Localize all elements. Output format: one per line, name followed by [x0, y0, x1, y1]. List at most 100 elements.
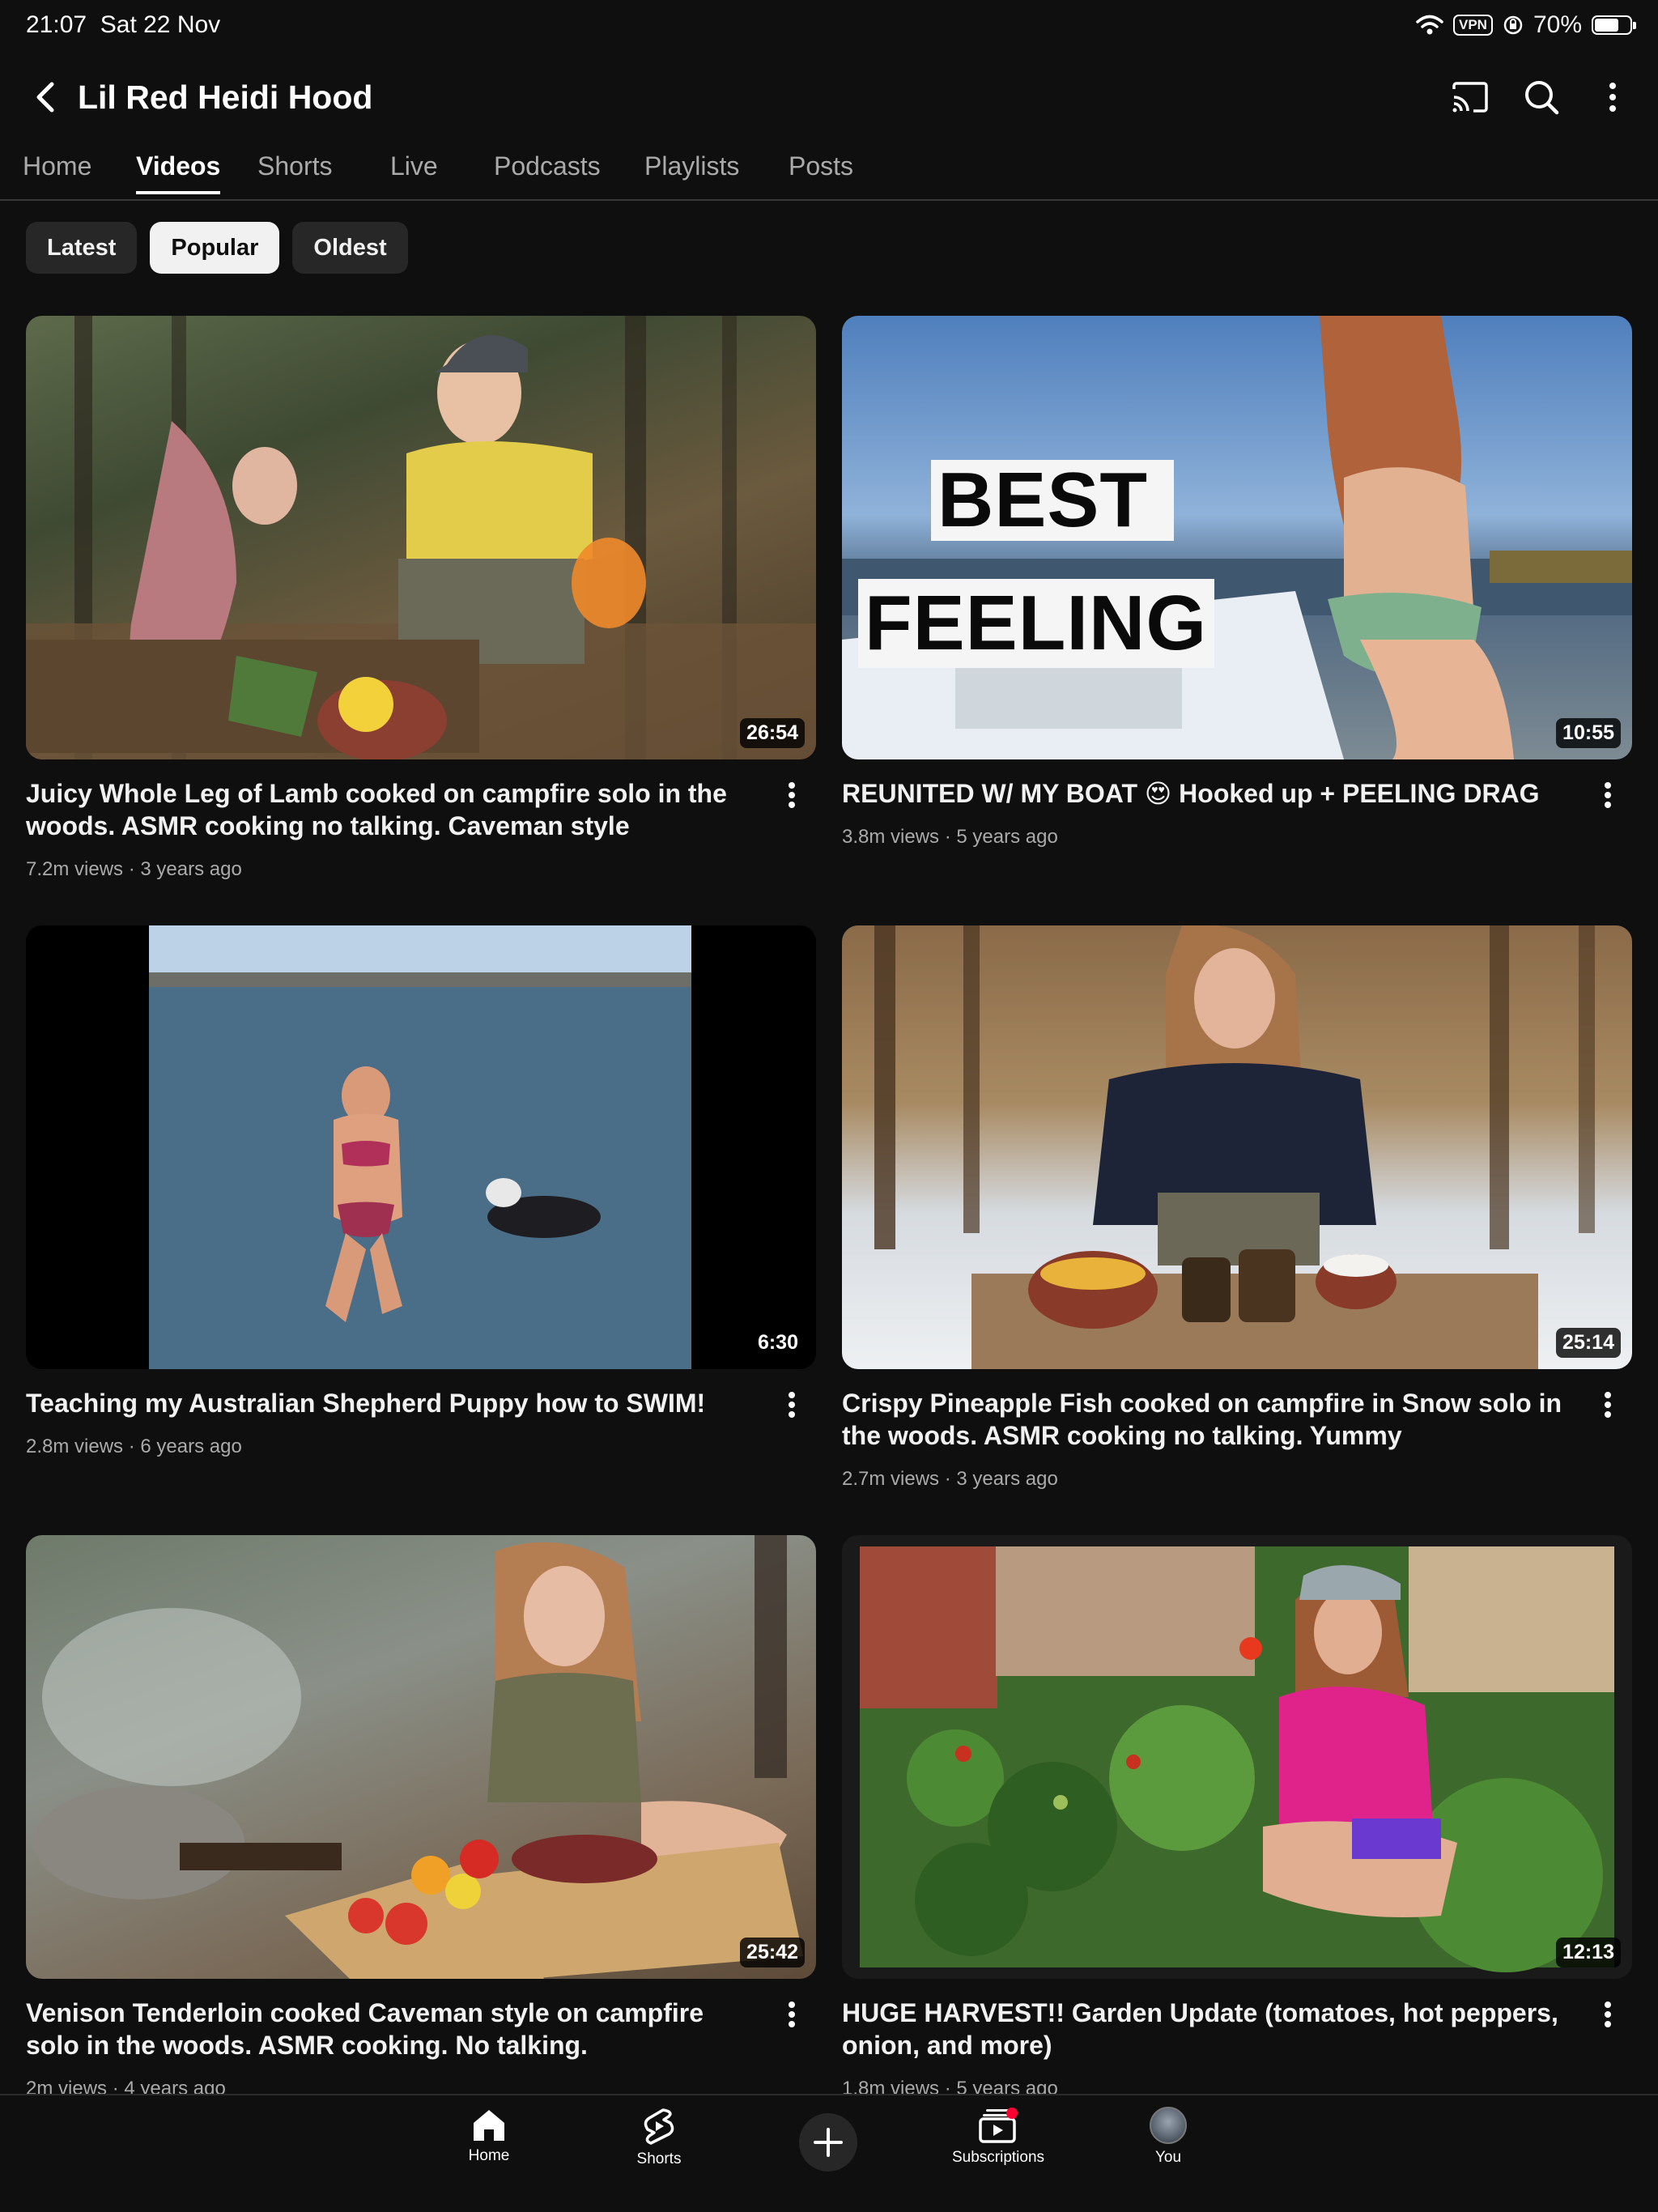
video-title[interactable]: REUNITED W/ MY BOAT 😍 Hooked up + PEELIN… — [842, 777, 1571, 810]
video-views: 7.2m views — [26, 858, 124, 880]
create-button[interactable] — [799, 2113, 857, 2172]
back-button[interactable] — [18, 68, 76, 126]
thumbnail-image — [34, 1535, 803, 1979]
status-right: VPN 70% — [1416, 11, 1636, 39]
nav-label: You — [1154, 2149, 1182, 2166]
thumbnail-image — [874, 925, 1595, 1369]
channel-tabs: Home Videos Shorts Live Podcasts Playlis… — [0, 138, 1658, 201]
battery-level — [1595, 19, 1619, 32]
more-options-button[interactable] — [1584, 68, 1642, 126]
video-age: 3 years ago — [956, 1468, 1058, 1490]
video-duration: 6:30 — [750, 1328, 805, 1358]
more-vertical-icon — [1605, 1392, 1611, 1418]
video-views: 3.8m views — [842, 826, 940, 848]
nav-subscriptions[interactable]: Subscriptions — [942, 2107, 1055, 2167]
chip-popular[interactable]: Popular — [150, 222, 280, 274]
nav-shorts[interactable]: Shorts — [602, 2107, 716, 2168]
video-card[interactable]: 12:13 HUGE HARVEST!! Garden Update (toma… — [842, 1535, 1632, 2099]
video-thumbnail[interactable]: 25:14 — [842, 925, 1632, 1369]
video-thumbnail[interactable]: BEST FEELING 10:55 — [842, 316, 1632, 759]
video-meta: 3.8m views · 5 years ago — [842, 826, 1058, 848]
shorts-icon — [644, 2108, 674, 2145]
video-card[interactable]: 25:14 Crispy Pineapple Fish cooked on ca… — [842, 925, 1632, 1490]
nav-label: Subscriptions — [951, 2149, 1045, 2166]
video-thumbnail[interactable]: 25:42 — [26, 1535, 816, 1979]
chip-latest[interactable]: Latest — [26, 222, 138, 274]
more-vertical-icon — [789, 782, 795, 808]
video-meta: 2.7m views · 3 years ago — [842, 1468, 1058, 1490]
video-meta: 7.2m views · 3 years ago — [26, 858, 242, 880]
video-title[interactable]: Teaching my Australian Shepherd Puppy ho… — [26, 1387, 755, 1419]
search-button[interactable] — [1512, 68, 1571, 126]
tab-home[interactable]: Home — [23, 146, 91, 193]
video-card[interactable]: 25:42 Venison Tenderloin cooked Caveman … — [26, 1535, 816, 2099]
tab-live[interactable]: Live — [390, 146, 438, 193]
nav-label: Shorts — [636, 2150, 682, 2167]
nav-you[interactable]: You — [1112, 2107, 1225, 2167]
video-views: 2.7m views — [842, 1468, 940, 1490]
youtube-channel-screen: 21:07 Sat 22 Nov VPN 70% Lil Red Heidi H… — [0, 0, 1658, 2212]
cast-button[interactable] — [1441, 68, 1499, 126]
create-plus-icon — [814, 2128, 843, 2157]
avatar — [1150, 2107, 1187, 2144]
chip-oldest[interactable]: Oldest — [292, 222, 408, 274]
wifi-icon — [1416, 15, 1443, 35]
tab-videos[interactable]: Videos — [136, 146, 221, 194]
back-arrow-icon — [36, 82, 54, 113]
more-vertical-icon — [1605, 2001, 1611, 2027]
bottom-navigation: Home Shorts Subscriptions You — [0, 2094, 1658, 2212]
nav-label: Home — [468, 2147, 510, 2164]
video-age: 6 years ago — [140, 1436, 242, 1457]
video-card[interactable]: 26:54 Juicy Whole Leg of Lamb cooked on … — [26, 316, 816, 880]
thumbnail-image — [860, 1546, 1614, 1972]
tab-shorts[interactable]: Shorts — [257, 146, 332, 193]
video-card[interactable]: 6:30 Teaching my Australian Shepherd Pup… — [26, 925, 816, 1457]
video-card[interactable]: BEST FEELING 10:55 REUNITED W/ MY BOAT 😍… — [842, 316, 1632, 848]
video-thumbnail[interactable]: 6:30 — [26, 925, 816, 1369]
more-vertical-icon — [1609, 83, 1616, 112]
tab-posts[interactable]: Posts — [789, 146, 853, 193]
cast-icon — [1452, 82, 1488, 113]
video-duration: 25:14 — [1556, 1328, 1621, 1358]
subscriptions-icon — [979, 2108, 1018, 2143]
sort-chips: Latest Popular Oldest — [26, 222, 408, 274]
video-more-button[interactable] — [1584, 1990, 1632, 2039]
page-title: Lil Red Heidi Hood — [78, 79, 373, 116]
vpn-badge: VPN — [1452, 15, 1493, 36]
nav-home[interactable]: Home — [432, 2107, 546, 2165]
channel-header: Lil Red Heidi Hood — [0, 57, 1658, 138]
video-more-button[interactable] — [1584, 1380, 1632, 1429]
more-vertical-icon — [789, 2001, 795, 2027]
video-thumbnail[interactable]: 12:13 — [842, 1535, 1632, 1979]
battery-icon — [1592, 15, 1636, 35]
tab-playlists[interactable]: Playlists — [644, 146, 739, 193]
video-thumbnail[interactable]: 26:54 — [26, 316, 816, 759]
video-duration: 10:55 — [1556, 718, 1621, 748]
thumbnail-image — [149, 925, 691, 1369]
video-more-button[interactable] — [767, 1990, 816, 2039]
video-title[interactable]: HUGE HARVEST!! Garden Update (tomatoes, … — [842, 1997, 1571, 2061]
battery-percent: 70% — [1533, 11, 1582, 38]
video-duration: 12:13 — [1556, 1938, 1621, 1967]
video-duration: 25:42 — [740, 1938, 805, 1967]
thumbnail-image — [26, 316, 816, 759]
video-age: 5 years ago — [956, 826, 1058, 848]
video-title[interactable]: Venison Tenderloin cooked Caveman style … — [26, 1997, 755, 2061]
status-bar: 21:07 Sat 22 Nov VPN 70% — [0, 0, 1658, 52]
video-more-button[interactable] — [1584, 771, 1632, 819]
tab-podcasts[interactable]: Podcasts — [494, 146, 601, 193]
more-vertical-icon — [1605, 782, 1611, 808]
thumbnail-text-feeling: FEELING — [865, 580, 1208, 666]
video-title[interactable]: Crispy Pineapple Fish cooked on campfire… — [842, 1387, 1571, 1452]
video-views: 2.8m views — [26, 1436, 124, 1457]
video-title[interactable]: Juicy Whole Leg of Lamb cooked on campfi… — [26, 777, 755, 842]
video-more-button[interactable] — [767, 771, 816, 819]
more-vertical-icon — [789, 1392, 795, 1418]
video-duration: 26:54 — [740, 718, 805, 748]
orientation-lock-icon — [1503, 15, 1523, 35]
search-icon — [1525, 81, 1559, 115]
video-more-button[interactable] — [767, 1380, 816, 1429]
status-time: 21:07 Sat 22 Nov — [26, 11, 221, 38]
video-meta: 2.8m views · 6 years ago — [26, 1436, 242, 1457]
video-age: 3 years ago — [140, 858, 242, 880]
